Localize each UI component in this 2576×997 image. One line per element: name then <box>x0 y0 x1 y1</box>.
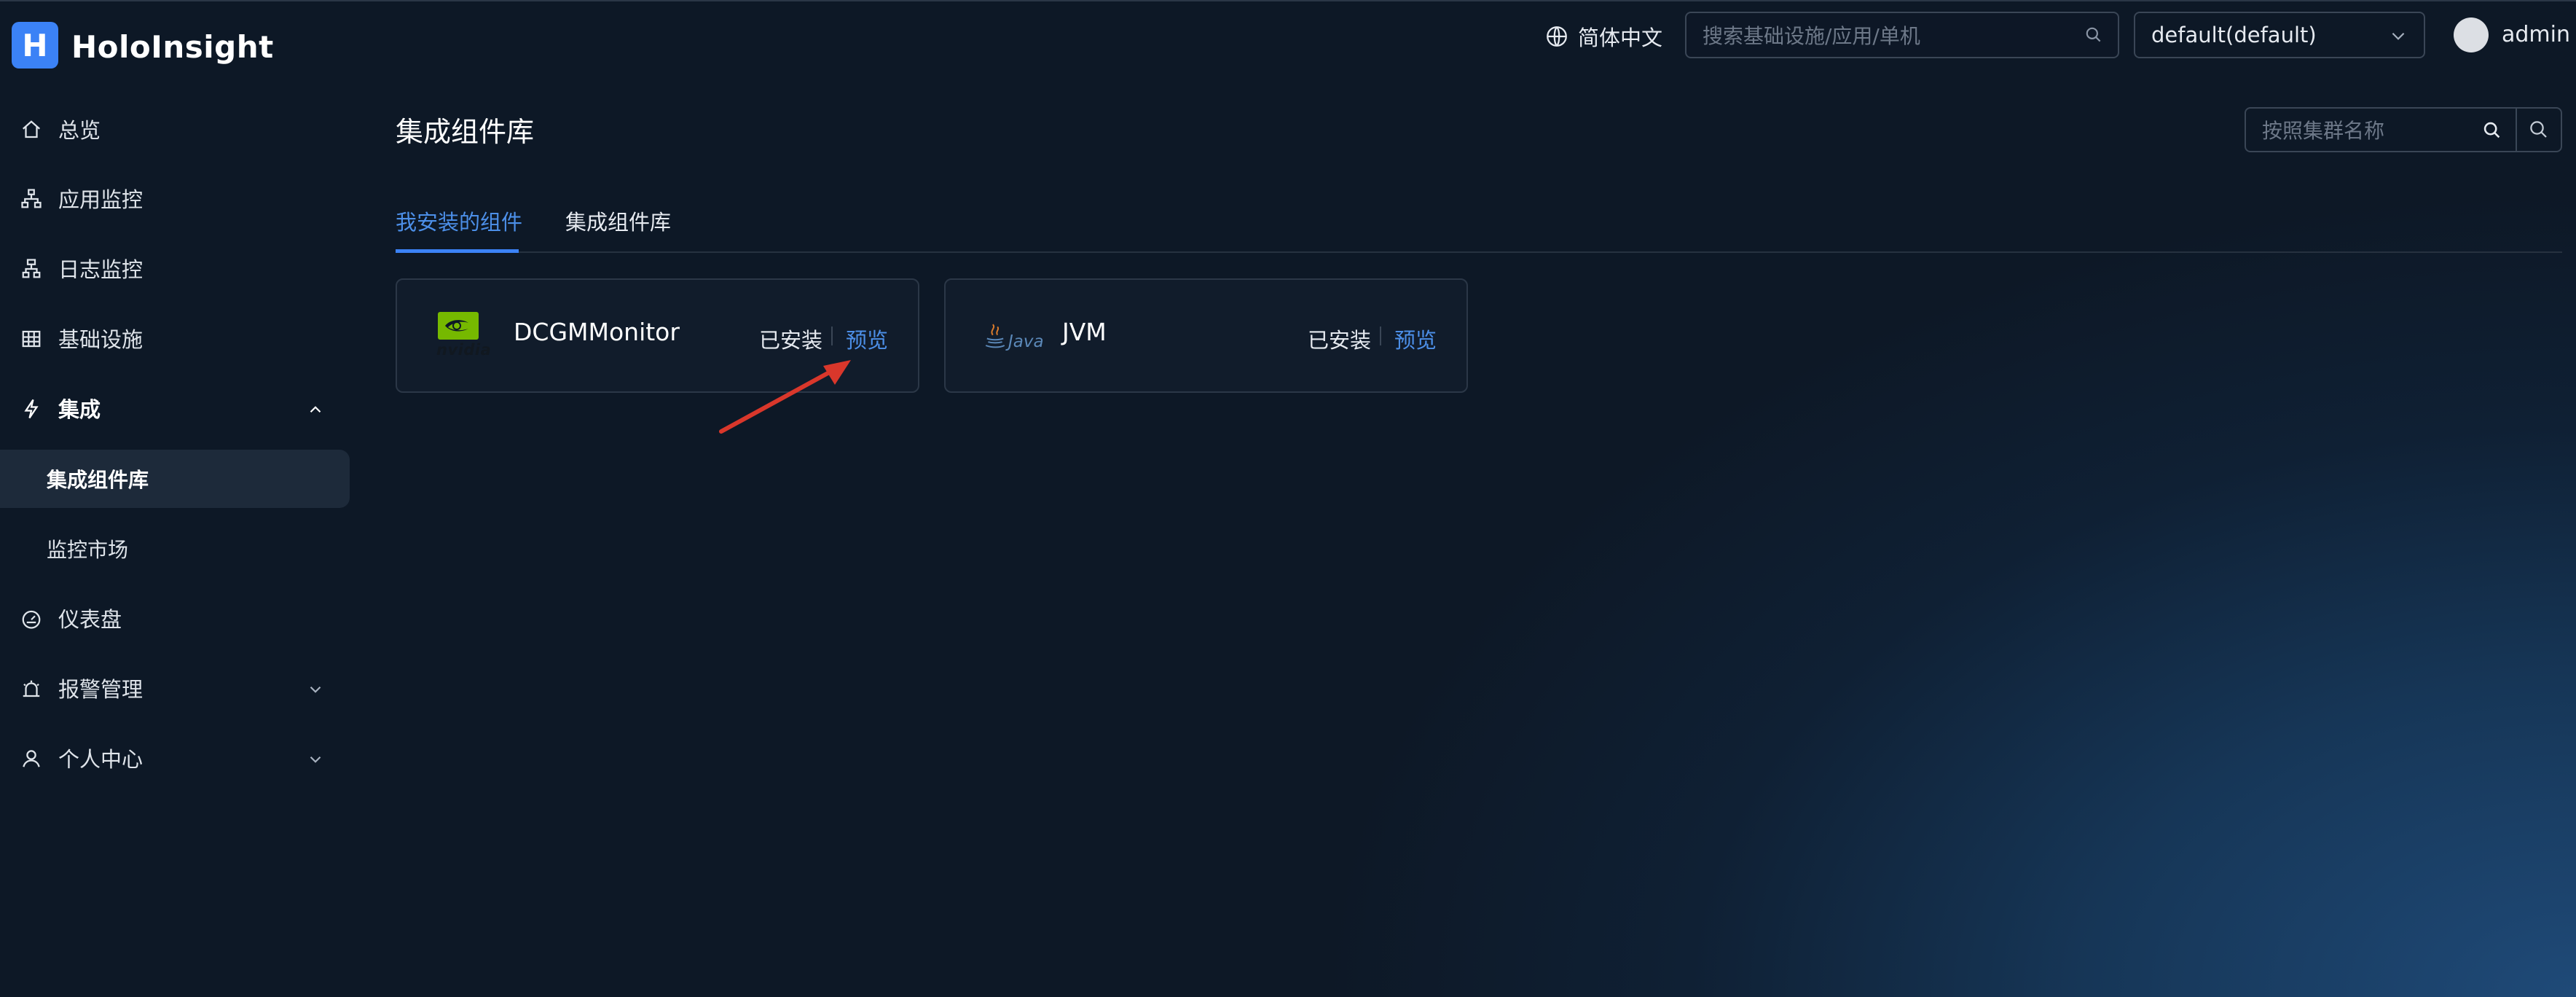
sidebar-item-integration[interactable]: 集成 <box>0 379 350 437</box>
chevron-down-icon <box>310 686 321 693</box>
annotation-arrow <box>719 360 851 434</box>
table-icon <box>22 330 41 348</box>
sidebar-item-label: 日志监控 <box>58 257 144 282</box>
sidebar-item-label: 基础设施 <box>58 327 144 352</box>
nvidia-logo-text: nvidia <box>436 341 492 359</box>
app-name[interactable]: HoloInsight <box>71 29 274 65</box>
card-title: DCGMMonitor <box>514 318 680 346</box>
tab-installed[interactable]: 我安装的组件 <box>396 206 522 236</box>
chevron-down-icon <box>2392 32 2405 40</box>
user-name[interactable]: admin <box>2502 22 2570 47</box>
card-status: 已安装 <box>759 328 823 353</box>
avatar[interactable] <box>2454 17 2489 52</box>
sidebar-item-label: 集成 <box>58 397 101 422</box>
app-logo[interactable]: H <box>12 22 58 69</box>
sidebar-item-label: 个人中心 <box>58 747 144 772</box>
search-icon <box>2530 121 2547 138</box>
dashboard-icon <box>22 610 41 629</box>
sidebar-item-alarm[interactable]: 报警管理 <box>0 659 350 717</box>
preview-link[interactable]: 预览 <box>1394 324 1437 354</box>
card-title: JVM <box>1062 318 1107 346</box>
search-icon <box>2483 122 2500 138</box>
chevron-up-icon <box>310 406 321 413</box>
sidebar-item-infrastructure[interactable]: 基础设施 <box>0 309 350 367</box>
card-action-separator <box>831 327 833 345</box>
cluster-search-input[interactable] <box>2261 109 2467 152</box>
preview-link[interactable]: 预览 <box>846 324 888 354</box>
sidebar-item-monitor-market[interactable]: 监控市场 <box>0 520 350 578</box>
global-search-input[interactable] <box>1701 13 2068 58</box>
java-logo-text: Java <box>1008 332 1044 351</box>
tenant-select-value: default(default) <box>2151 23 2317 47</box>
sidebar-item-label: 集成组件库 <box>47 468 149 492</box>
sidebar-item-label: 报警管理 <box>58 677 144 702</box>
home-icon <box>23 120 40 138</box>
log-icon <box>22 259 41 278</box>
sidebar-item-app-monitor[interactable]: 应用监控 <box>0 169 350 227</box>
tab-integration-library[interactable]: 集成组件库 <box>565 206 671 236</box>
java-logo <box>985 324 1005 348</box>
component-card-dcgmmonitor[interactable]: nvidia DCGMMonitor 已安装 预览 <box>396 278 919 393</box>
language-label: 简体中文 <box>1578 26 1663 50</box>
sidebar-item-integration-library[interactable]: 集成组件库 <box>0 450 350 508</box>
cluster-search[interactable] <box>2245 107 2517 152</box>
sidebar-item-label: 应用监控 <box>58 187 144 212</box>
tenant-select[interactable]: default(default) <box>2134 12 2425 58</box>
global-search[interactable] <box>1685 12 2119 58</box>
card-action-separator <box>1380 327 1381 345</box>
sitemap-icon <box>21 189 42 208</box>
sidebar-item-label: 仪表盘 <box>58 607 122 632</box>
chevron-down-icon <box>310 756 321 763</box>
alarm-icon <box>23 680 40 697</box>
tabs-divider <box>396 251 2562 253</box>
sidebar-item-label: 总览 <box>58 118 101 143</box>
page-title: 集成组件库 <box>396 116 535 148</box>
search-icon <box>2086 27 2101 42</box>
sidebar-item-overview[interactable]: 总览 <box>0 100 350 158</box>
active-tab-indicator <box>396 249 519 253</box>
sidebar-item-dashboard[interactable]: 仪表盘 <box>0 589 350 647</box>
language-switcher[interactable]: 简体中文 <box>1544 22 1662 51</box>
user-icon <box>23 750 40 767</box>
card-status: 已安装 <box>1308 328 1372 353</box>
cluster-search-button[interactable] <box>2516 107 2562 152</box>
lightning-icon <box>24 399 39 419</box>
globe-icon <box>1547 26 1567 47</box>
top-border <box>0 0 2576 1</box>
sidebar-item-profile[interactable]: 个人中心 <box>0 729 350 787</box>
sidebar-item-label: 监控市场 <box>47 538 129 562</box>
sidebar-item-log-monitor[interactable]: 日志监控 <box>0 239 350 297</box>
component-card-jvm[interactable]: Java JVM 已安装 预览 <box>944 278 1468 393</box>
